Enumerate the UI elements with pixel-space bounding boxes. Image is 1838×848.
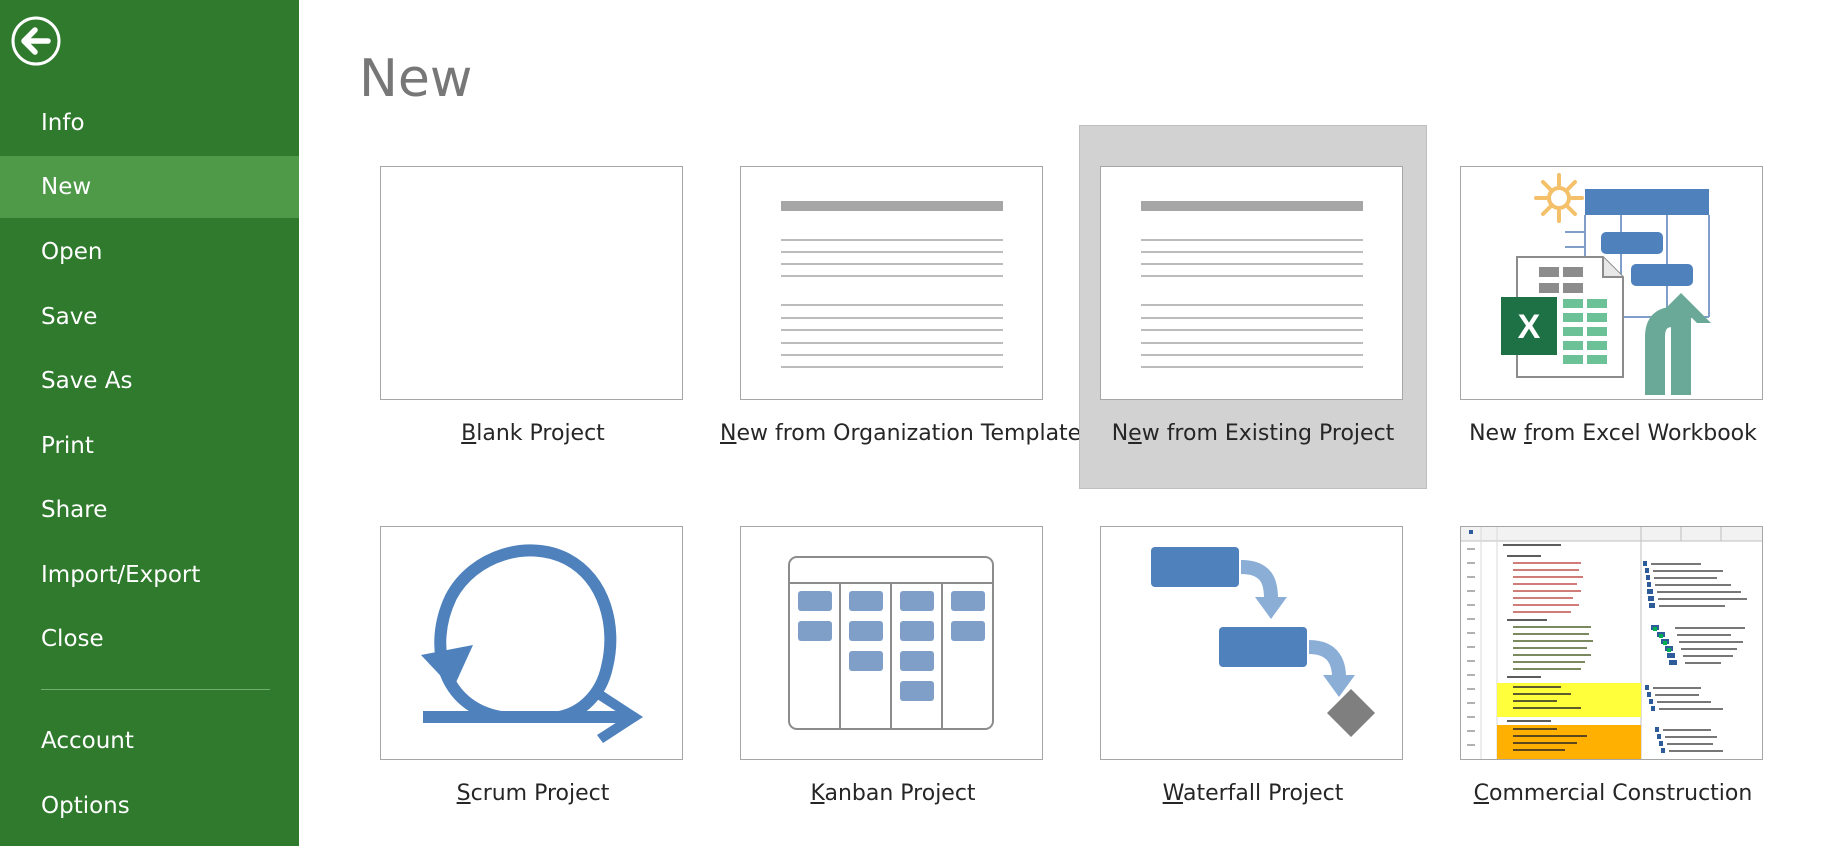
nav-close-label: Close: [41, 626, 104, 652]
nav-save-as[interactable]: Save As: [0, 350, 299, 412]
nav-print-label: Print: [41, 433, 94, 459]
template-existing-project[interactable]: New from Existing Project: [1079, 125, 1427, 489]
back-button[interactable]: [10, 15, 62, 67]
nav-share[interactable]: Share: [0, 479, 299, 541]
nav-new-label: New: [41, 174, 92, 200]
nav-import-export[interactable]: Import/Export: [0, 544, 299, 606]
document-lines-icon: [1100, 166, 1403, 400]
template-label: New from Organization Template: [720, 421, 1082, 446]
back-arrow-icon: [11, 16, 61, 66]
excel-import-icon: X: [1460, 166, 1763, 400]
nav-info-label: Info: [41, 110, 85, 136]
template-excel-workbook[interactable]: X New from Excel Workbook: [1440, 126, 1786, 488]
nav-options-label: Options: [41, 793, 130, 819]
nav-open-label: Open: [41, 239, 103, 265]
blank-page-icon: [380, 166, 683, 400]
svg-text:X: X: [1518, 308, 1541, 346]
nav-new[interactable]: New: [0, 156, 299, 218]
template-blank-project[interactable]: Blank Project: [360, 126, 706, 488]
template-commercial-construction[interactable]: Commercial Construction: [1440, 486, 1786, 848]
nav-options[interactable]: Options: [0, 775, 299, 837]
backstage-sidebar: Info New Open Save Save As Print Share I…: [0, 0, 299, 846]
nav-account-label: Account: [41, 728, 134, 754]
template-label: Scrum Project: [456, 781, 610, 806]
nav-print[interactable]: Print: [0, 415, 299, 477]
template-kanban-project[interactable]: Kanban Project: [720, 486, 1066, 848]
waterfall-gantt-icon: [1100, 526, 1403, 760]
template-label: Waterfall Project: [1162, 781, 1344, 806]
template-label: New from Excel Workbook: [1469, 421, 1757, 446]
template-label: Kanban Project: [810, 781, 976, 806]
nav-open[interactable]: Open: [0, 221, 299, 283]
document-lines-icon: [740, 166, 1043, 400]
page-title: New: [359, 49, 473, 109]
template-label: Commercial Construction: [1473, 781, 1753, 806]
nav-close[interactable]: Close: [0, 608, 299, 670]
kanban-board-icon: [740, 526, 1043, 760]
nav-save-label: Save: [41, 304, 98, 330]
template-waterfall-project[interactable]: Waterfall Project: [1080, 486, 1426, 848]
nav-account[interactable]: Account: [0, 710, 299, 772]
nav-import-export-label: Import/Export: [41, 562, 201, 588]
template-label: Blank Project: [461, 421, 605, 446]
nav-info[interactable]: Info: [0, 92, 299, 154]
template-org-template[interactable]: New from Organization Template: [720, 126, 1082, 488]
gantt-schedule-icon: [1460, 526, 1763, 760]
nav-share-label: Share: [41, 497, 108, 523]
template-scrum-project[interactable]: Scrum Project: [360, 486, 706, 848]
scrum-cycle-icon: [380, 526, 683, 760]
template-label: New from Existing Project: [1111, 421, 1395, 446]
nav-save-as-label: Save As: [41, 368, 133, 394]
sidebar-divider: [41, 689, 270, 690]
nav-save[interactable]: Save: [0, 286, 299, 348]
